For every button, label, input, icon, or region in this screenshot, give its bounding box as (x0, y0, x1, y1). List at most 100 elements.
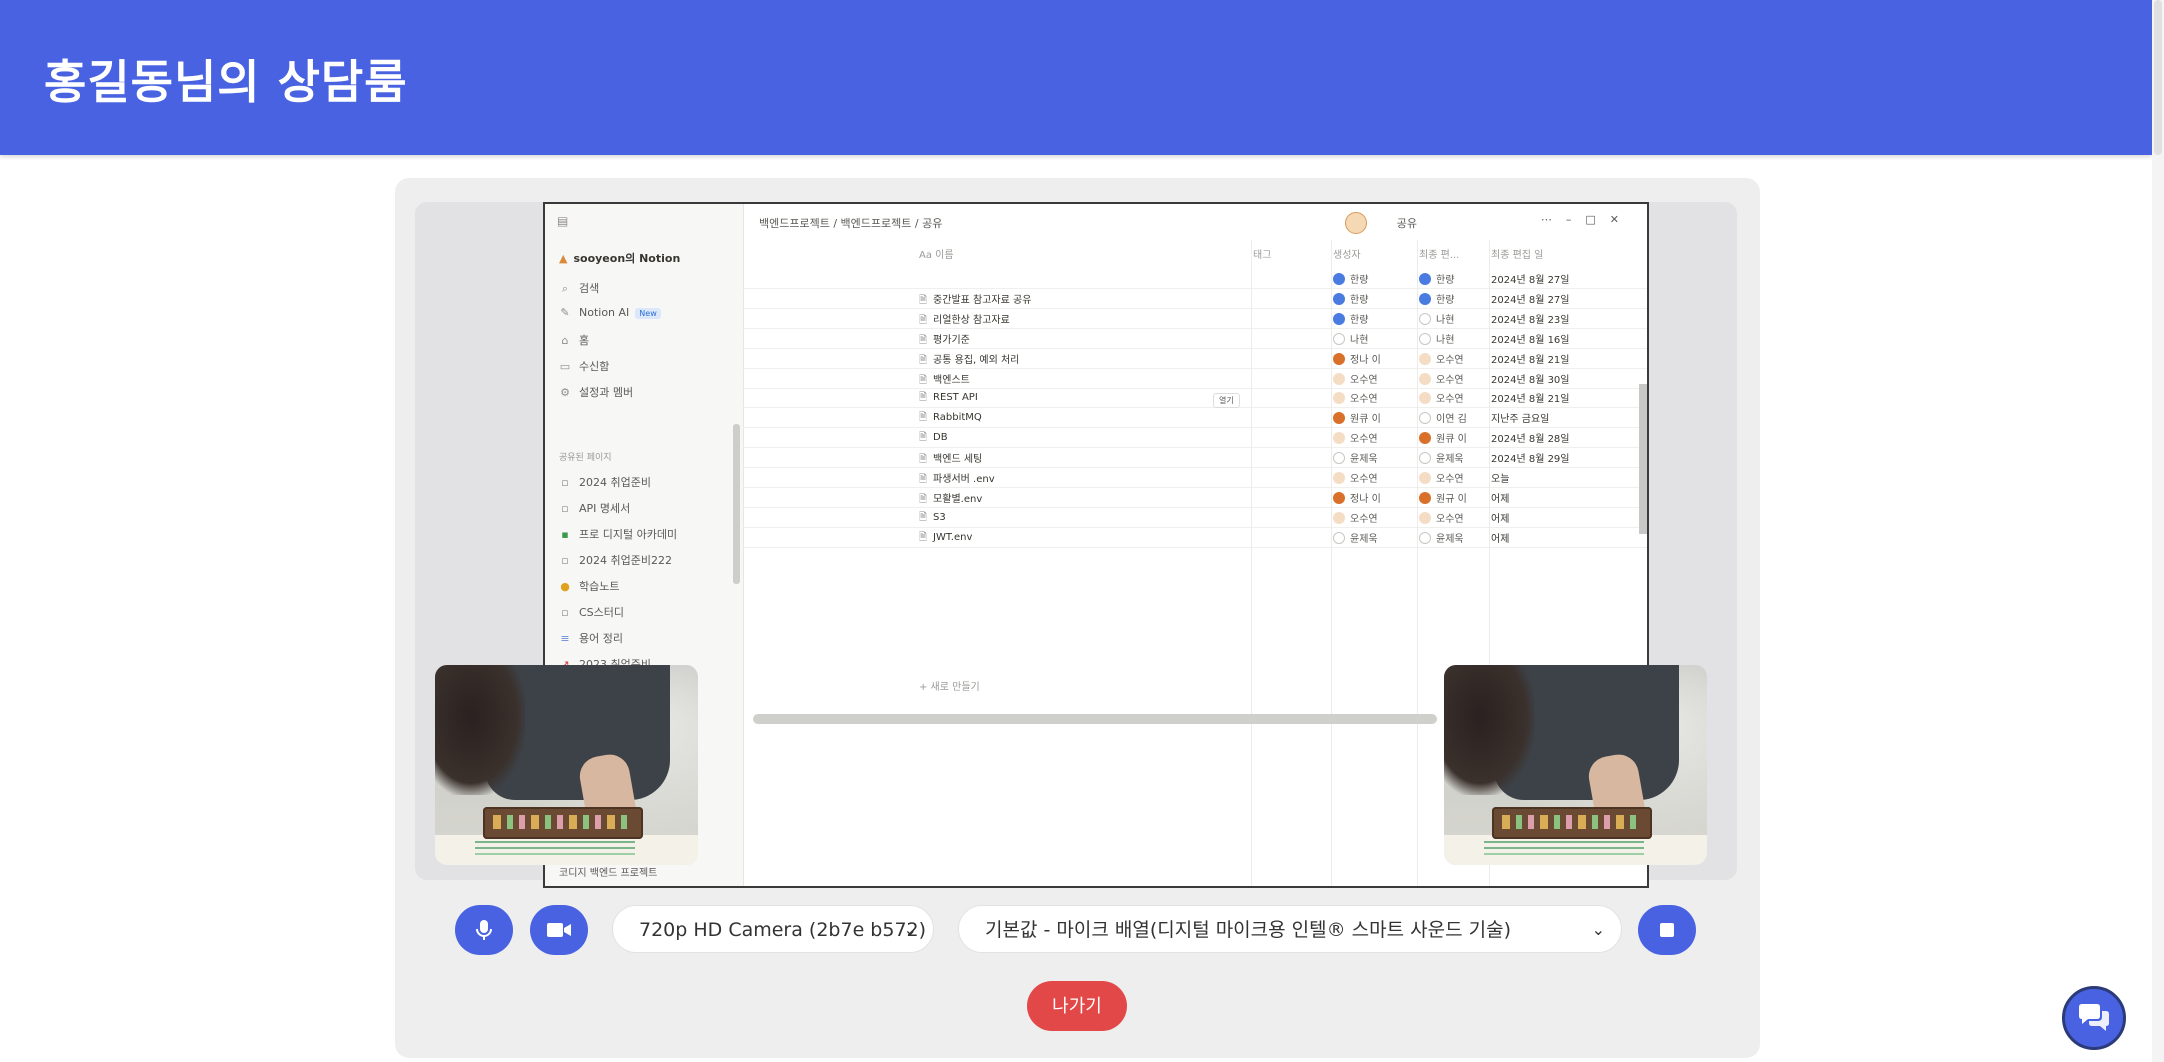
creator-cell: 윤제욱 (1333, 450, 1378, 465)
person-name: 나현 (1350, 334, 1369, 346)
home-icon: ⌂ (561, 334, 569, 347)
workspace-label: sooyeon의 Notion (573, 252, 681, 265)
chat-bubbles-icon (2079, 1004, 2109, 1031)
open-chip: 열기 (1213, 393, 1240, 409)
page-icon: ● (560, 580, 570, 593)
avatar (1333, 392, 1345, 405)
mic-toggle-button[interactable] (455, 905, 513, 955)
editor-cell: 한량 (1419, 271, 1454, 286)
workspace-name: ▲ sooyeon의 Notion (559, 250, 680, 266)
creator-cell: 오수연 (1333, 510, 1378, 525)
table-row: RabbitMQ 원큐 이 이연 김 지난주 금요일 (743, 407, 1647, 429)
avatar (1419, 432, 1431, 445)
share-label: 공유 (1396, 217, 1417, 230)
person-name: 윤제욱 (1436, 533, 1464, 545)
gear-icon: ⚙ (560, 386, 570, 399)
table-row: 평가기준나현나현2024년 8월 16일 (743, 328, 1647, 349)
sidebar-item-label: 홈 (579, 334, 590, 347)
avatar (1333, 531, 1345, 544)
chat-button[interactable] (2062, 986, 2126, 1050)
chevron-down-icon: ⌄ (903, 920, 917, 939)
video-camera-icon (547, 923, 571, 937)
person-name: 한량 (1350, 314, 1369, 326)
person-name: 오수연 (1436, 513, 1464, 525)
person-name: 오수연 (1436, 374, 1464, 386)
sidebar-page-label: 프로 디지털 아카데미 (579, 528, 678, 541)
avatar (1419, 312, 1431, 325)
table-row: 백엔스트오수연오수연2024년 8월 30일 (743, 368, 1647, 389)
app-header: 홍길동님의 상담룸 (0, 0, 2152, 155)
avatar (1419, 531, 1431, 544)
avatar (1419, 392, 1431, 405)
sidebar-page: ● 학습노트 (559, 578, 619, 594)
table-row: 중간발표 참고자료 공유한량한량2024년 8월 27일 (743, 288, 1647, 309)
sidebar-item-label: Notion AI (579, 306, 630, 319)
table-row: JWT.env 윤제욱 윤제욱 어제 (743, 527, 1647, 548)
edited-date: 어제 (1491, 533, 1510, 545)
microphone-select-value: 기본값 - 마이크 배열(디지털 마이크용 인텔® 스마트 사운드 기술) (985, 919, 1511, 941)
editor-cell: 오수연 (1419, 510, 1464, 525)
screen-share-stop-button[interactable] (1638, 905, 1696, 955)
sidebar-page-label: API 명세서 (579, 502, 631, 515)
sidebar-page-label: 2024 취업준비222 (579, 554, 672, 567)
page-scrollbar-thumb[interactable] (2154, 0, 2162, 155)
edited-date: 2024년 8월 27일 (1491, 275, 1570, 286)
person-name: 한량 (1436, 275, 1455, 286)
video-desk-paper (435, 835, 698, 865)
person-name: 오수연 (1350, 394, 1378, 406)
creator-cell: 한량 (1333, 271, 1368, 286)
column-divider (1417, 240, 1418, 886)
new-badge: New (635, 308, 661, 319)
edited-date: 어제 (1491, 513, 1510, 525)
person-name: 윤제욱 (1436, 454, 1464, 466)
video-desk-notes (1484, 841, 1644, 843)
sidebar-page: ≡ 용어 정리 (559, 630, 623, 646)
vertical-scrollbar (1639, 384, 1647, 534)
sidebar-page: ▫ API 명세서 (559, 500, 630, 516)
editor-cell: 오수연 (1419, 351, 1464, 366)
editor-cell: 나현 (1419, 331, 1454, 346)
avatar (1333, 511, 1345, 524)
table-row: 백엔드 세팅윤제욱윤제욱2024년 8월 29일 (743, 447, 1647, 469)
sidebar-page: ▫ 2024 취업준비 (559, 474, 651, 490)
avatar (1345, 212, 1367, 234)
sidebar-item-home: ⌂ 홈 (559, 332, 590, 348)
avatar (1333, 352, 1345, 365)
sidebar-page: ▫ 2024 취업준비222 (559, 552, 672, 568)
table-row: 리얼한상 참고자료한량나현2024년 8월 23일 (743, 308, 1647, 329)
avatar (1333, 292, 1345, 305)
notion-topbar: 백엔드프로젝트 / 백엔드프로젝트 / 공유 공유 ⋯–□✕ (743, 204, 1647, 240)
camera-toggle-button[interactable] (530, 905, 588, 955)
editor-cell: 이연 김 (1419, 410, 1467, 425)
sidebar-item-search: ⌕ 검색 (559, 280, 599, 296)
edited-date: 2024년 8월 21일 (1491, 394, 1570, 406)
editor-cell: 한량 (1419, 291, 1454, 306)
sidebar-item-notion-ai: ✎ Notion AI New (559, 306, 661, 319)
avatar (1333, 452, 1345, 465)
creator-cell: 윤제욱 (1333, 530, 1378, 545)
microphone-select[interactable]: 기본값 - 마이크 배열(디지털 마이크용 인텔® 스마트 사운드 기술) ⌄ (958, 905, 1622, 953)
edited-date: 2024년 8월 27일 (1491, 294, 1570, 306)
sidebar-bottom-item: 코디지 백엔드 프로젝트 (559, 868, 658, 879)
page-scrollbar[interactable] (2152, 0, 2164, 1062)
avatar (1419, 372, 1431, 385)
person-name: 오수연 (1350, 474, 1378, 485)
creator-cell: 오수연 (1333, 470, 1378, 485)
consult-room-panel: ▤ ▲ sooyeon의 Notion ⌕ 검색 ✎ Notion AI New ⌂ 홈 … (395, 178, 1760, 1058)
stop-icon (1660, 923, 1674, 937)
video-desk-notes (475, 841, 635, 843)
edited-date: 2024년 8월 29일 (1491, 454, 1570, 466)
sidebar-item-inbox: ▭ 수신함 (559, 358, 610, 374)
person-name: 한량 (1350, 275, 1369, 286)
avatar (1333, 332, 1345, 345)
edited-date: 2024년 8월 16일 (1491, 334, 1570, 346)
avatar (1419, 273, 1431, 285)
avatar (1419, 511, 1431, 524)
table-row: DB 오수연 원큐 이 2024년 8월 28일 (743, 427, 1647, 449)
person-name: 오수연 (1436, 394, 1464, 406)
creator-cell: 오수연 (1333, 371, 1378, 386)
editor-cell: 윤제욱 (1419, 450, 1464, 465)
camera-select[interactable]: 720p HD Camera (2b7e b572) ⌄ (612, 905, 934, 953)
avatar (1419, 332, 1431, 345)
leave-button[interactable]: 나가기 (1027, 981, 1127, 1031)
